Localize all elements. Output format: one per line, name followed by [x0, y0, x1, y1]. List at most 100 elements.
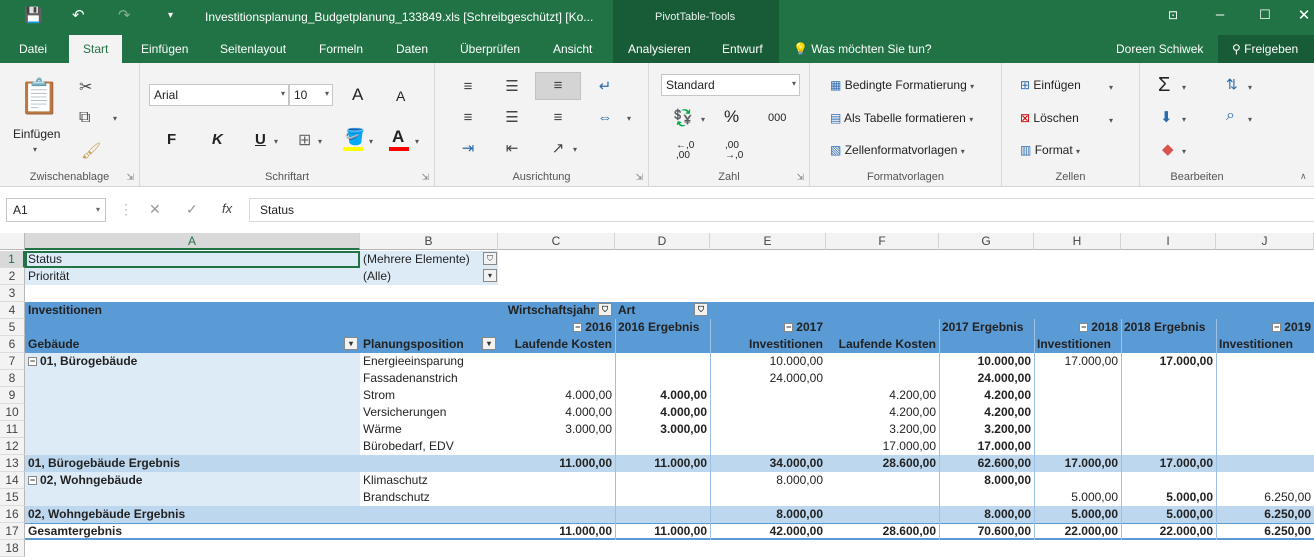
value-cell[interactable]: 4.000,00	[615, 387, 710, 404]
value-cell[interactable]: 8.000,00	[710, 472, 826, 489]
minimize-icon[interactable]: –	[1210, 6, 1230, 23]
value-cell[interactable]	[498, 370, 615, 387]
thousands-button[interactable]: 000	[768, 112, 786, 124]
group-total-value[interactable]: 17.000,00	[1034, 455, 1121, 472]
row-header-15[interactable]: 15	[0, 489, 25, 506]
tab-ansicht[interactable]: Ansicht	[553, 42, 592, 56]
position-label[interactable]: Strom	[360, 387, 498, 404]
column-header-E[interactable]: E	[710, 233, 826, 250]
art-header-2018-inv[interactable]: Investitionen	[1034, 336, 1121, 353]
group-total-value[interactable]	[615, 506, 710, 523]
font-color-dropdown-icon[interactable]: ▾	[415, 137, 419, 146]
column-field-year[interactable]: Wirtschaftsjahr ⛉	[360, 302, 615, 319]
position-label[interactable]: Fassadenanstrich	[360, 370, 498, 387]
tab-analysieren[interactable]: Analysieren	[628, 42, 691, 56]
maximize-icon[interactable]: ☐	[1255, 7, 1275, 23]
value-cell[interactable]: 6.250,00	[1216, 489, 1314, 506]
autosum-icon[interactable]: Σ	[1158, 74, 1170, 97]
value-cell[interactable]: 5.000,00	[1121, 489, 1216, 506]
column-header-G[interactable]: G	[939, 233, 1034, 250]
column-header-C[interactable]: C	[498, 233, 615, 250]
year-2018-total-header[interactable]: 2018 Ergebnis	[1121, 319, 1216, 336]
row-header-4[interactable]: 4	[0, 302, 25, 319]
fill-dropdown-icon[interactable]: ▾	[1182, 115, 1186, 124]
percent-button[interactable]: %	[724, 107, 739, 127]
value-cell[interactable]	[615, 472, 710, 489]
column-header-A[interactable]: A	[25, 233, 360, 250]
year-2018-header[interactable]: −2018	[1034, 319, 1121, 336]
tab-einfuegen[interactable]: Einfügen	[141, 42, 188, 56]
position-label[interactable]: Klimaschutz	[360, 472, 498, 489]
value-cell[interactable]: 24.000,00	[710, 370, 826, 387]
spreadsheet-grid[interactable]: ABCDEFGHIJ 1 2 3 4 5 6 7 8 9 10 11 12 13 14 15 16 17 18 S…	[0, 233, 1314, 557]
shrink-font-button[interactable]: A	[396, 88, 405, 104]
value-cell[interactable]	[615, 370, 710, 387]
value-cell[interactable]: 3.200,00	[939, 421, 1034, 438]
value-cell[interactable]	[1034, 404, 1121, 421]
align-top2-icon[interactable]: ≡	[453, 74, 483, 100]
value-cell[interactable]: 3.200,00	[826, 421, 939, 438]
value-cell[interactable]	[1034, 370, 1121, 387]
position-label[interactable]: Wärme	[360, 421, 498, 438]
value-cell[interactable]	[939, 489, 1034, 506]
orientation-icon[interactable]: ↗	[543, 136, 573, 162]
borders-dropdown-icon[interactable]: ▾	[318, 137, 322, 146]
value-cell[interactable]: 3.000,00	[498, 421, 615, 438]
value-cell[interactable]	[498, 489, 615, 506]
cut-icon[interactable]: ✂	[79, 77, 92, 97]
value-cell[interactable]	[1034, 438, 1121, 455]
column-header-J[interactable]: J	[1216, 233, 1314, 250]
fill-icon[interactable]: ⬇	[1160, 108, 1173, 126]
undo-icon[interactable]: ↶	[72, 6, 85, 24]
value-cell[interactable]: 17.000,00	[1034, 353, 1121, 370]
column-header-D[interactable]: D	[615, 233, 710, 250]
tell-me-box[interactable]: 💡 Was möchten Sie tun?	[793, 42, 932, 56]
paste-dropdown-icon[interactable]: ▾	[33, 145, 37, 154]
value-cell[interactable]: 10.000,00	[939, 353, 1034, 370]
alignment-launcher-icon[interactable]: ⇲	[635, 172, 643, 183]
position-label[interactable]: Versicherungen	[360, 404, 498, 421]
value-cell[interactable]	[710, 421, 826, 438]
value-cell[interactable]	[1034, 387, 1121, 404]
format-cells-button[interactable]: ▥ Format ▾	[1020, 143, 1080, 157]
value-cell[interactable]	[1216, 404, 1314, 421]
value-cell[interactable]: 24.000,00	[939, 370, 1034, 387]
value-cell[interactable]	[1216, 438, 1314, 455]
tab-entwurf[interactable]: Entwurf	[722, 42, 763, 56]
paste-icon[interactable]: 📋	[18, 77, 60, 119]
clear-dropdown-icon[interactable]: ▾	[1182, 147, 1186, 156]
value-cell[interactable]	[1216, 353, 1314, 370]
fill-color-icon[interactable]: 🪣	[345, 127, 365, 147]
value-cell[interactable]: 3.000,00	[615, 421, 710, 438]
align-left2-icon[interactable]: ≡	[453, 105, 483, 131]
fill-dropdown-icon[interactable]: ▾	[369, 137, 373, 146]
share-button[interactable]: ⚲ Freigeben	[1218, 35, 1314, 63]
sort-dropdown-icon[interactable]: ▾	[1248, 83, 1252, 92]
group-total-value[interactable]: 5.000,00	[1121, 506, 1216, 523]
group-total-value[interactable]	[1216, 455, 1314, 472]
row-header-18[interactable]: 18	[0, 540, 25, 557]
value-cell[interactable]: 4.000,00	[498, 387, 615, 404]
group-total-value[interactable]: 11.000,00	[498, 455, 615, 472]
collapse-ribbon-icon[interactable]: ∧	[1300, 171, 1307, 182]
close-icon[interactable]: ✕	[1294, 6, 1314, 24]
cancel-icon[interactable]: ✕	[149, 201, 161, 218]
row-field-position[interactable]: Planungsposition ▾	[360, 336, 498, 353]
value-cell[interactable]: 5.000,00	[1034, 489, 1121, 506]
ribbon-display-icon[interactable]: ⊡	[1163, 8, 1183, 22]
row-header-8[interactable]: 8	[0, 370, 25, 387]
row-header-6[interactable]: 6	[0, 336, 25, 353]
paste-button[interactable]: Einfügen	[13, 127, 60, 141]
value-cell[interactable]	[1121, 472, 1216, 489]
formula-input[interactable]: Status	[249, 198, 1314, 222]
value-cell[interactable]	[498, 438, 615, 455]
font-size-combo[interactable]: 10 ▾	[289, 84, 333, 106]
tab-formeln[interactable]: Formeln	[319, 42, 363, 56]
value-cell[interactable]	[826, 353, 939, 370]
art-header-2017-lauf[interactable]: Laufende Kosten	[826, 336, 939, 353]
value-cell[interactable]	[1034, 472, 1121, 489]
group-total-value[interactable]: 62.600,00	[939, 455, 1034, 472]
decrease-indent-icon[interactable]: ⇤	[497, 136, 527, 162]
value-cell[interactable]	[1216, 387, 1314, 404]
value-cell[interactable]: 17.000,00	[1121, 353, 1216, 370]
